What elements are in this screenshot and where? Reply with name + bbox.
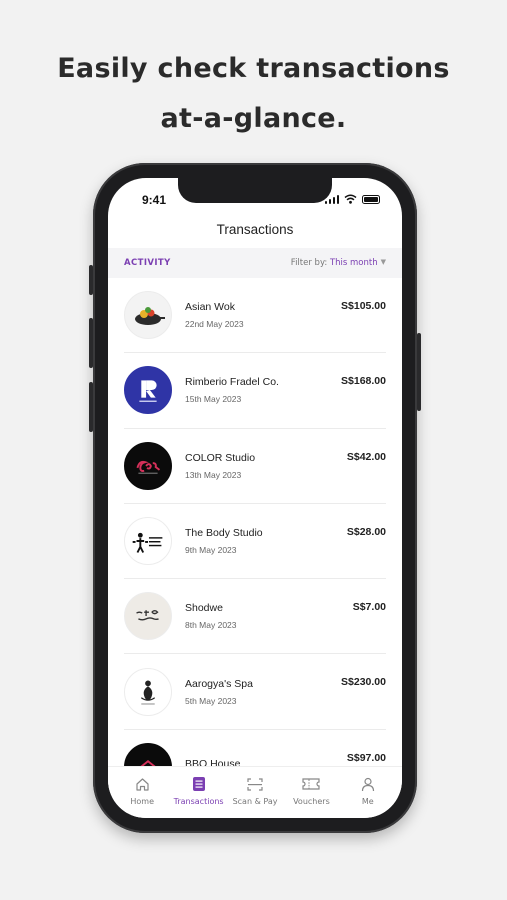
headline-line-1: Easily check transactions (57, 53, 450, 84)
phone-notch (178, 178, 332, 203)
marketing-headline: Easily check transactions at-a-glance. (0, 44, 507, 144)
transaction-date: 22nd May 2023 (185, 319, 244, 330)
asian-wok-logo (124, 291, 172, 340)
tab-me[interactable]: Me (340, 767, 396, 818)
transaction-date: 8th May 2023 (185, 620, 237, 631)
tab-scan-pay[interactable]: Scan & Pay (227, 767, 283, 818)
tab-vouchers[interactable]: Vouchers (283, 767, 339, 818)
chevron-down-icon: ▼ (380, 258, 386, 266)
status-icons (324, 194, 380, 204)
headline-line-2: at-a-glance. (160, 103, 347, 134)
tab-label: Home (130, 797, 155, 806)
phone-power-button (417, 333, 421, 411)
transaction-row[interactable]: Rimberio Fradel Co. 15th May 2023 S$168.… (124, 353, 386, 429)
filter-dropdown[interactable]: Filter by: This month ▼ (291, 258, 386, 268)
tab-label: Scan & Pay (232, 797, 278, 806)
aarogya-spa-logo (124, 667, 172, 716)
transaction-date: 5th May 2023 (185, 695, 237, 706)
rimberio-logo (124, 366, 172, 415)
transaction-row[interactable]: Shodwe 8th May 2023 S$7.00 (124, 579, 386, 655)
transaction-amount: S$168.00 (341, 375, 386, 388)
tab-label: Vouchers (293, 797, 330, 806)
page-title: Transactions (216, 222, 294, 237)
transactions-icon (192, 776, 206, 792)
transaction-row[interactable]: Aarogya's Spa 5th May 2023 S$230.00 (124, 654, 386, 730)
transaction-list: Asian Wok 22nd May 2023 S$105.00 Rimberi… (124, 278, 386, 806)
transaction-date: 13th May 2023 (185, 469, 242, 480)
phone-screen: 9:41 Transactions ACTIVITY Filter by: Th… (108, 178, 402, 818)
transaction-amount: S$230.00 (341, 676, 386, 689)
profile-icon (361, 776, 375, 792)
tab-home[interactable]: Home (114, 767, 170, 818)
transaction-date: 15th May 2023 (185, 394, 242, 405)
voucher-icon (302, 776, 321, 792)
transaction-row[interactable]: The Body Studio 9th May 2023 S$28.00 (124, 504, 386, 580)
transaction-amount: S$42.00 (346, 450, 386, 463)
tab-label: Me (361, 797, 374, 806)
phone-mute-switch (89, 265, 93, 295)
transaction-amount: S$7.00 (352, 601, 386, 614)
battery-icon (362, 194, 380, 204)
transaction-date: 9th May 2023 (185, 545, 237, 556)
color-studio-logo (124, 441, 172, 490)
transaction-amount: S$105.00 (341, 300, 386, 312)
bottom-tab-bar: Home Transactions Scan & Pay Vouchers Me (108, 766, 402, 818)
scan-icon (247, 776, 263, 792)
wifi-icon (344, 194, 357, 204)
phone-volume-down (89, 382, 93, 432)
phone-volume-up (89, 318, 93, 368)
activity-label: ACTIVITY (124, 258, 171, 268)
shodwe-logo (124, 592, 172, 641)
home-icon (135, 776, 150, 792)
tab-transactions[interactable]: Transactions (170, 767, 226, 818)
tab-label: Transactions (173, 797, 224, 806)
transaction-amount: S$28.00 (346, 525, 386, 538)
status-time: 9:41 (142, 193, 167, 207)
filter-value: This month (329, 258, 378, 268)
cellular-signal-icon (324, 194, 339, 204)
transaction-amount: S$97.00 (346, 751, 386, 764)
body-studio-logo (124, 517, 172, 566)
filter-prefix: Filter by: (290, 258, 328, 268)
filter-bar: ACTIVITY Filter by: This month ▼ (108, 248, 402, 278)
transaction-row[interactable]: COLOR Studio 13th May 2023 S$42.00 (124, 429, 386, 504)
transaction-row[interactable]: Asian Wok 22nd May 2023 S$105.00 (124, 278, 386, 354)
